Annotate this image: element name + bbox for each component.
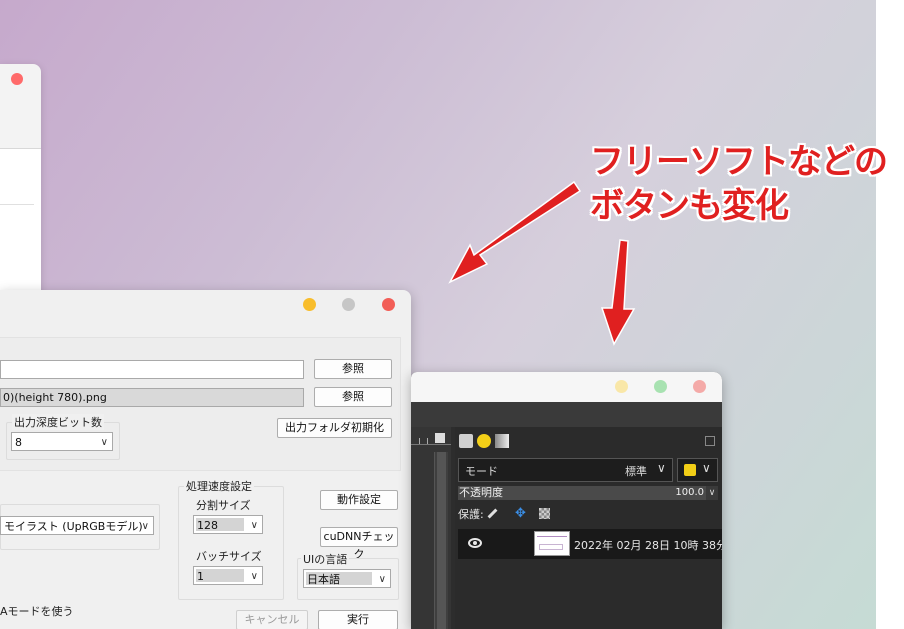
arrow-left [448, 180, 582, 284]
layers-tab-icon[interactable] [459, 434, 473, 448]
minimize-button[interactable] [615, 380, 628, 393]
model-select[interactable]: モイラスト (UpRGBモデル) ∨ [0, 516, 154, 535]
ruler-tick [427, 438, 428, 444]
vertical-scrollbar[interactable] [434, 452, 448, 629]
output-depth-select[interactable]: 8 ∨ [11, 432, 113, 451]
action-settings-button[interactable]: 動作設定 [320, 490, 398, 510]
gimp-window[interactable]: モード 標準 ∨ ∨ 不透明度 100.0 ∨ 保護: ✥ 2022年 02月 … [411, 372, 722, 629]
mode-value: 標準 [625, 465, 647, 478]
thumbnail-line [537, 536, 567, 537]
ui-language-label: UIの言語 [301, 551, 350, 567]
maximize-button[interactable] [654, 380, 667, 393]
close-button[interactable] [382, 298, 395, 311]
menu-bar [411, 402, 722, 427]
batch-size-label: バッチサイズ [196, 550, 262, 563]
chevron-down-icon: ∨ [100, 437, 108, 448]
blend-space-button[interactable]: ∨ [677, 458, 718, 482]
navigate-icon[interactable] [435, 433, 445, 443]
opacity-slider[interactable]: 不透明度 100.0 ∨ [458, 486, 718, 500]
undo-history-tab-icon[interactable] [477, 434, 491, 448]
window-body [0, 149, 41, 304]
visibility-eye-icon[interactable] [468, 538, 482, 548]
annotation-line-1: フリーソフトなどの [590, 142, 888, 182]
right-blank-area [876, 0, 904, 629]
output-path-field[interactable]: 0)(height 780).png [0, 388, 304, 407]
minimize-button[interactable] [303, 298, 316, 311]
dock-menu-icon[interactable] [705, 436, 715, 446]
lock-position-icon[interactable]: ✥ [515, 507, 526, 520]
cpu-mode-checkbox-label[interactable]: Aモードを使う [0, 603, 74, 619]
output-depth-value: 8 [15, 436, 22, 449]
horizontal-ruler [411, 432, 451, 445]
annotation-line-2: ボタンも変化 [590, 186, 789, 226]
maximize-button[interactable] [342, 298, 355, 311]
ui-language-value: 日本語 [307, 573, 340, 586]
lock-alpha-icon[interactable] [539, 508, 550, 519]
chevron-down-icon: ∨ [141, 521, 149, 532]
gradient-tab-icon[interactable] [495, 434, 509, 448]
background-window[interactable] [0, 64, 41, 304]
spin-down-icon[interactable]: ∨ [706, 486, 718, 500]
close-dot-icon[interactable] [11, 73, 23, 85]
title-bar[interactable] [411, 372, 722, 402]
layer-name: 2022年 02月 28日 10時 38分 07 [574, 539, 722, 552]
chevron-down-icon: ∨ [657, 461, 666, 475]
output-browse-button[interactable]: 参照 [314, 387, 392, 407]
waifu2x-window[interactable]: 参照 0)(height 780).png 参照 出力深度ビット数 8 ∨ 出力… [0, 290, 411, 629]
arrow-down [600, 239, 636, 346]
mode-select[interactable]: モード 標準 ∨ [458, 458, 673, 482]
speed-settings-label: 処理速度設定 [184, 478, 254, 494]
output-depth-label: 出力深度ビット数 [12, 414, 104, 430]
cudnn-check-button[interactable]: cuDNNチェック [320, 527, 398, 561]
opacity-value: 100.0 [675, 487, 704, 498]
chevron-down-icon: ∨ [702, 461, 711, 475]
cancel-button[interactable]: キャンセル [236, 610, 308, 629]
ruler-tick [419, 438, 420, 444]
split-size-label: 分割サイズ [196, 499, 251, 512]
layers-dock: モード 標準 ∨ ∨ 不透明度 100.0 ∨ 保護: ✥ 2022年 02月 … [455, 427, 722, 629]
chevron-down-icon: ∨ [250, 571, 258, 582]
lock-label: 保護: [458, 508, 484, 521]
chevron-down-icon: ∨ [250, 520, 258, 531]
layer-thumbnail [534, 531, 570, 556]
lock-pixels-icon[interactable] [487, 508, 498, 519]
run-button[interactable]: 実行 [318, 610, 398, 629]
mode-label: モード [465, 465, 498, 478]
model-value: モイラスト (UpRGBモデル) [4, 520, 143, 533]
close-button[interactable] [693, 380, 706, 393]
split-size-value: 128 [197, 519, 218, 532]
input-browse-button[interactable]: 参照 [314, 359, 392, 379]
blend-icon [684, 464, 696, 476]
ui-language-select[interactable]: 日本語 ∨ [303, 569, 391, 588]
batch-size-value: 1 [197, 570, 204, 583]
thumbnail-box [539, 544, 563, 550]
opacity-label: 不透明度 [459, 486, 503, 499]
scrollbar-thumb[interactable] [437, 452, 446, 629]
chevron-down-icon: ∨ [378, 574, 386, 585]
reset-output-folder-button[interactable]: 出力フォルダ初期化 [277, 418, 392, 438]
batch-size-select[interactable]: 1 ∨ [193, 566, 263, 585]
layer-row[interactable]: 2022年 02月 28日 10時 38分 07 [458, 529, 722, 559]
divider [0, 204, 34, 205]
input-path-field[interactable] [0, 360, 304, 379]
split-size-select[interactable]: 128 ∨ [193, 515, 263, 534]
